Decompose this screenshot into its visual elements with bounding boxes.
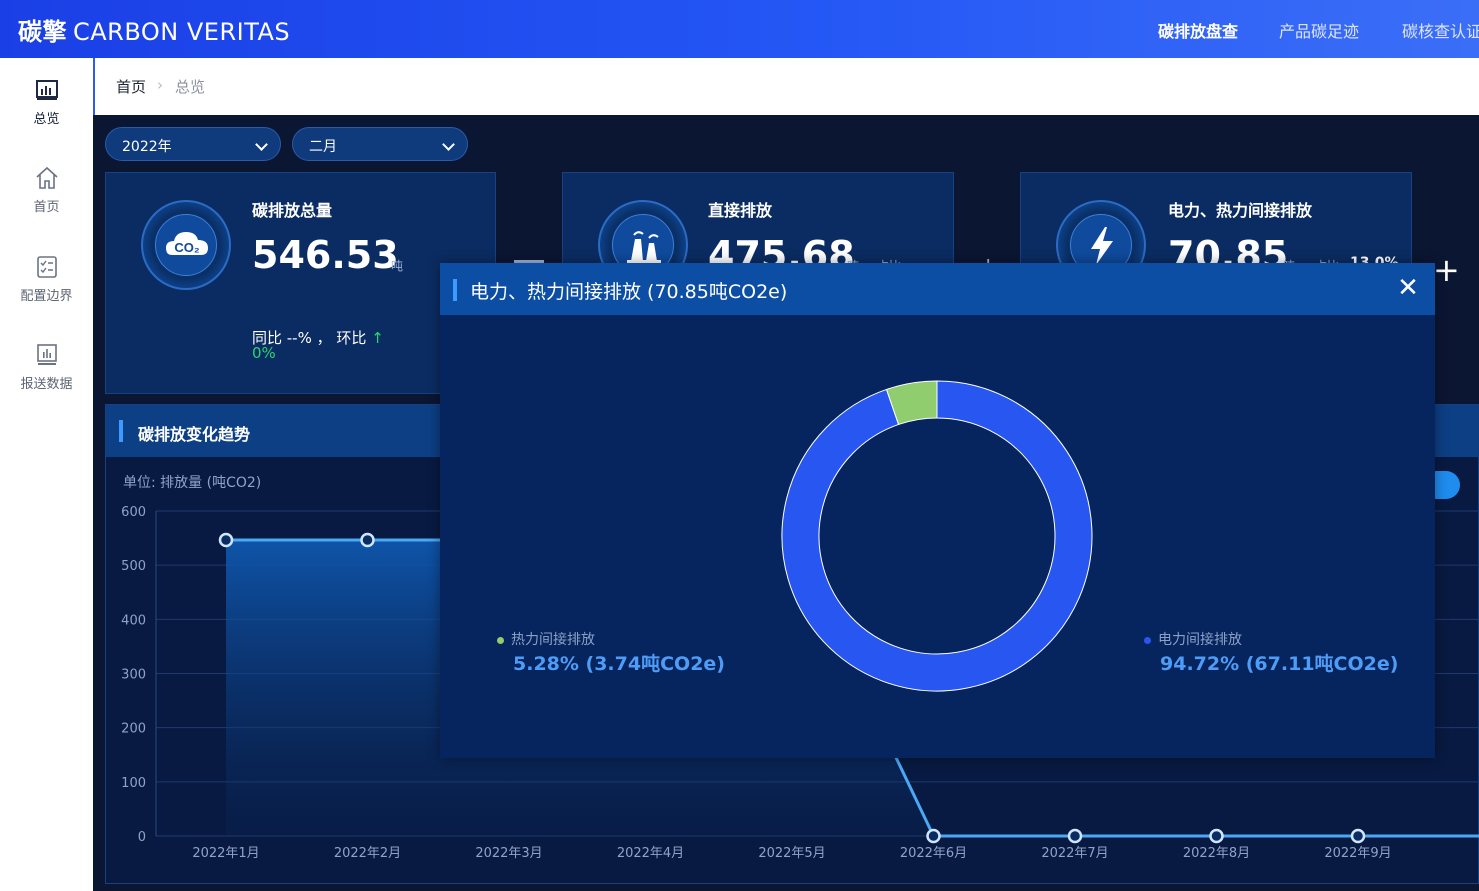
legend-dot-icon	[497, 636, 504, 644]
indirect-donut-chart	[781, 380, 1093, 692]
x-tick-label: 2022年3月	[475, 846, 542, 861]
sidebar-item-label: 首页	[33, 200, 60, 215]
arrow-up-icon: ↑	[371, 329, 384, 347]
breadcrumb: 首页 › 总览	[93, 58, 1479, 115]
app-root: 碳擎 CARBON VERITAS 碳排放盘查 产品碳足迹 碳核查认证 总览 首页…	[0, 0, 1479, 891]
report-icon	[36, 344, 57, 365]
x-tick-label: 2022年2月	[334, 846, 401, 861]
card-title: 直接排放	[708, 201, 773, 220]
month-select[interactable]: 二月	[292, 127, 468, 161]
stat-card-total: CO₂ 碳排放总量 546.53 吨 同比 --% ， 环比 ↑ 0%	[105, 172, 496, 394]
sidebar-item-home[interactable]: 首页	[0, 166, 93, 215]
chevron-down-icon	[442, 138, 455, 151]
legend-electric-value: 94.72% (67.11吨CO2e)	[1160, 653, 1399, 675]
x-tick-label: 2022年1月	[192, 846, 259, 861]
legend-dot-icon	[1144, 636, 1151, 644]
nav-item-product-footprint[interactable]: 产品碳足迹	[1279, 18, 1359, 42]
x-tick-label: 2022年7月	[1041, 846, 1108, 861]
y-tick-label: 500	[121, 559, 146, 574]
brand-logo[interactable]: 碳擎 CARBON VERITAS	[18, 12, 290, 47]
total-emission-value: 546.53	[252, 233, 399, 277]
y-tick-label: 300	[121, 668, 146, 683]
y-tick-label: 100	[121, 776, 146, 791]
top-header: 碳擎 CARBON VERITAS 碳排放盘查 产品碳足迹 碳核查认证	[0, 0, 1479, 58]
nav-item-carbon-inventory[interactable]: 碳排放盘查	[1158, 18, 1238, 42]
mom-label: 环比	[336, 329, 367, 347]
month-select-value: 二月	[309, 139, 337, 155]
card-title: 电力、热力间接排放	[1168, 201, 1313, 220]
logo-en-text: CARBON VERITAS	[73, 18, 291, 46]
svg-text:CO₂: CO₂	[174, 240, 200, 255]
data-point[interactable]	[218, 532, 234, 548]
x-tick-label: 2022年9月	[1324, 846, 1391, 861]
data-point[interactable]	[926, 828, 941, 844]
legend-heat-value: 5.28% (3.74吨CO2e)	[513, 653, 725, 675]
sidebar-item-label: 配置边界	[20, 289, 73, 304]
indirect-emission-modal: 电力、热力间接排放 (70.85吨CO2e) ✕ 热力间接排放 5.28% (3…	[440, 263, 1435, 758]
sidebar-item-report[interactable]: 报送数据	[0, 343, 93, 392]
sidebar-item-overview[interactable]: 总览	[0, 78, 93, 127]
data-point[interactable]	[1209, 828, 1224, 844]
x-tick-label: 2022年4月	[617, 846, 684, 861]
y-tick-label: 600	[121, 505, 146, 520]
logo-cn-text: 碳擎	[18, 18, 67, 46]
y-tick-label: 200	[121, 722, 146, 737]
data-point[interactable]	[1350, 828, 1366, 844]
checklist-icon	[36, 256, 57, 278]
breadcrumb-separator-icon: ›	[157, 76, 163, 94]
sidebar: 总览 首页 配置边界 报送数据	[0, 58, 93, 891]
legend-electric-name: 电力间接排放	[1158, 632, 1242, 648]
legend-heat-name: 热力间接排放	[511, 632, 595, 648]
x-tick-label: 2022年6月	[900, 846, 967, 861]
data-point[interactable]	[360, 532, 375, 548]
x-tick-label: 2022年5月	[758, 846, 825, 861]
chart-icon	[35, 80, 58, 100]
legend-heat: 热力间接排放	[497, 629, 595, 649]
data-point[interactable]	[1067, 828, 1083, 844]
mom-value: 0%	[252, 344, 276, 362]
co2-icon: CO₂	[141, 200, 231, 290]
y-tick-label: 400	[121, 613, 146, 628]
sidebar-item-boundary[interactable]: 配置边界	[0, 255, 93, 304]
unit-label: 吨	[391, 259, 404, 273]
home-icon	[35, 166, 58, 189]
chevron-down-icon	[255, 138, 268, 151]
nav-item-verification[interactable]: 碳核查认证	[1402, 18, 1479, 42]
y-tick-label: 0	[138, 830, 146, 845]
card-title: 碳排放总量	[252, 201, 333, 220]
sidebar-item-label: 报送数据	[20, 377, 73, 392]
donut-slice-electric[interactable]	[781, 380, 1093, 692]
x-tick-label: 2022年8月	[1183, 846, 1250, 861]
year-select[interactable]: 2022年	[105, 127, 281, 161]
breadcrumb-home[interactable]: 首页	[116, 76, 146, 97]
legend-electric: 电力间接排放	[1144, 629, 1242, 649]
breadcrumb-current: 总览	[175, 78, 206, 96]
sidebar-item-label: 总览	[33, 112, 60, 127]
add-icon[interactable]: +	[1433, 251, 1460, 289]
year-select-value: 2022年	[122, 139, 172, 155]
